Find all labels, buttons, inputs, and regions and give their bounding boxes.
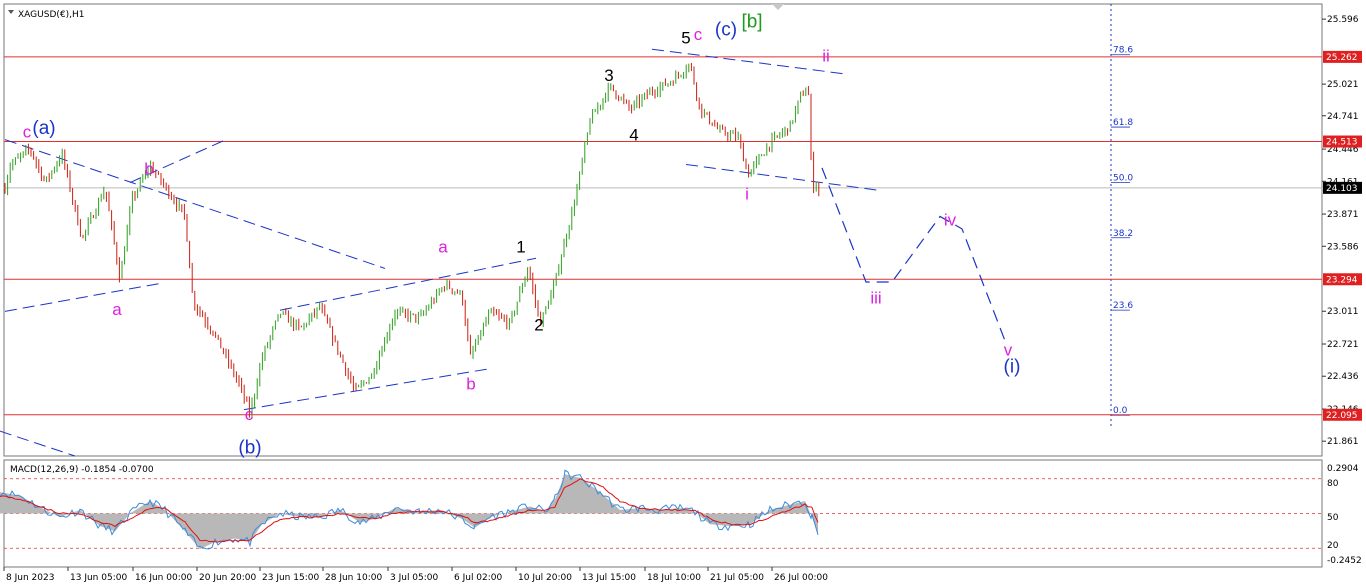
wave-label: 4	[629, 126, 638, 145]
time-axis-label: 6 Jul 02:00	[454, 573, 503, 583]
time-axis-label: 26 Jul 00:00	[774, 573, 828, 583]
wave-label: iii	[870, 288, 881, 307]
time-axis-label: 3 Jul 05:00	[390, 573, 439, 583]
macd-axis-label: -0.2452	[1327, 556, 1362, 566]
price-level-label: 23.294	[1326, 275, 1358, 285]
price-axis-label: 24.741	[1327, 112, 1359, 122]
wave-label: c	[245, 405, 254, 424]
wave-label: b	[466, 374, 475, 393]
price-axis-label: 21.861	[1327, 437, 1359, 447]
price-axis-label: 23.011	[1327, 307, 1359, 317]
time-axis-label: 13 Jun 05:00	[70, 573, 127, 583]
time-axis-label: 18 Jul 10:00	[647, 573, 701, 583]
macd-panel[interactable]: MACD(12,26,9) -0.1854 -0.0700	[0, 459, 1323, 568]
wave-label: [b]	[741, 12, 762, 33]
time-axis-label: 28 Jun 10:00	[325, 573, 382, 583]
wave-label: b	[144, 160, 153, 179]
price-level-label: 24.513	[1326, 138, 1358, 148]
last-price-label: 24.103	[1326, 184, 1358, 194]
price-axis-label: 23.586	[1327, 242, 1359, 252]
macd-axis-label: 0.2904	[1327, 464, 1359, 474]
price-axis-label: 25.021	[1327, 80, 1359, 90]
time-axis-label: 13 Jul 15:00	[582, 573, 636, 583]
macd-title: MACD(12,26,9) -0.1854 -0.0700	[10, 465, 154, 475]
price-level-label: 25.262	[1326, 53, 1358, 63]
xagusd-h1-chart[interactable]: 78.661.850.038.223.60.0 c (a)abc(b)ab1234…	[0, 0, 1366, 588]
price-axis-label: 25.596	[1327, 15, 1359, 25]
wave-label: 3	[604, 66, 613, 85]
fib-level-label: 78.6	[1113, 46, 1133, 56]
wave-label: (a)	[32, 118, 55, 139]
time-axis-label: 23 Jun 15:00	[262, 573, 319, 583]
fib-level-label: 38.2	[1113, 229, 1133, 239]
macd-axis-label: 20	[1327, 541, 1339, 551]
wave-label: c	[23, 122, 32, 141]
wave-label: ii	[822, 47, 830, 66]
macd-axis-label: 50	[1327, 513, 1339, 523]
wave-label: (c)	[715, 20, 737, 41]
wave-label: 1	[516, 238, 525, 257]
time-axis-label: 21 Jul 05:00	[710, 573, 764, 583]
wave-label: iv	[944, 210, 957, 229]
fib-level-label: 50.0	[1113, 173, 1133, 183]
wave-label: 2	[534, 316, 543, 335]
wave-label: 5	[681, 29, 690, 48]
wave-label: c	[694, 25, 703, 44]
wave-label: a	[438, 238, 448, 257]
wave-label: (b)	[238, 438, 261, 459]
fib-level-label: 61.8	[1113, 118, 1133, 128]
price-level-label: 22.095	[1326, 411, 1358, 421]
time-axis-label: 16 Jun 00:00	[135, 573, 192, 583]
price-axis-label: 23.871	[1327, 210, 1359, 220]
time-axis-label: 20 Jun 20:00	[199, 573, 256, 583]
wave-label: a	[112, 300, 122, 319]
price-axis-label: 22.721	[1327, 340, 1359, 350]
fib-level-label: 23.6	[1113, 301, 1133, 311]
wave-label: i	[745, 184, 749, 203]
symbol-title: XAGUSD(€),H1	[18, 10, 84, 20]
wave-label: (i)	[1004, 356, 1021, 377]
time-axis-label: 10 Jul 20:00	[518, 573, 572, 583]
time-axis-label: 8 Jun 2023	[6, 573, 54, 583]
price-axis-label: 22.436	[1327, 372, 1359, 382]
price-panel[interactable]: 78.661.850.038.223.60.0 c (a)abc(b)ab1234…	[0, 3, 1323, 459]
macd-axis-label: 80	[1327, 479, 1339, 489]
